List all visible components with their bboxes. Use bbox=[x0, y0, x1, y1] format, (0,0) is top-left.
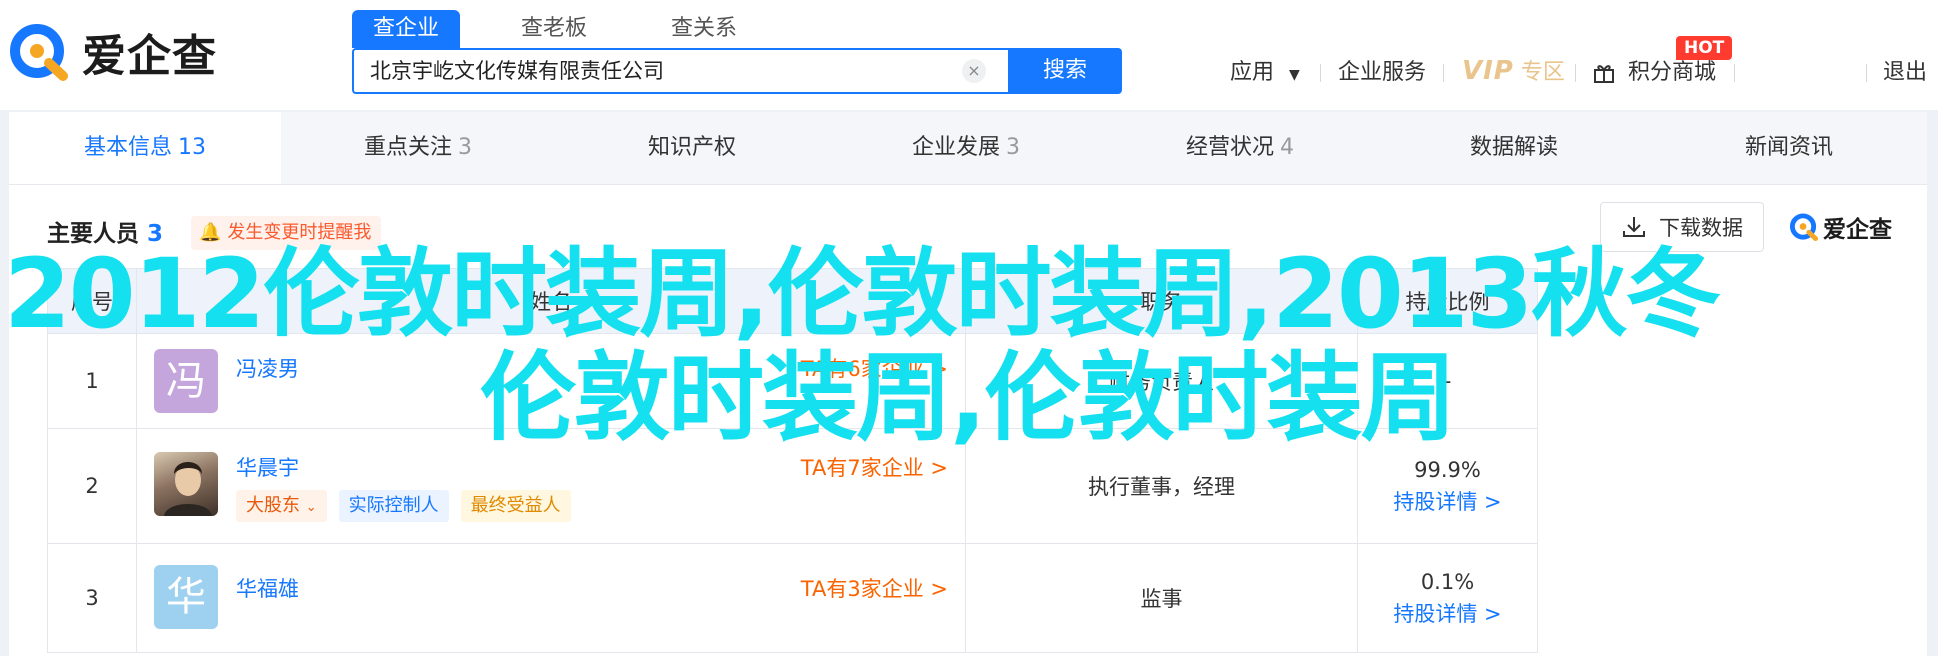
nav-enterprise-service[interactable]: 企业服务 bbox=[1338, 58, 1426, 88]
clear-icon[interactable]: × bbox=[962, 59, 986, 83]
share-percent: 99.9% bbox=[1414, 458, 1481, 482]
nav-app-label: 应用 bbox=[1230, 60, 1275, 85]
tab-basic-info[interactable]: 基本信息 13 bbox=[9, 112, 281, 184]
detail-tabbar: 基本信息 13 重点关注 3 知识产权 企业发展 3 经营状况 4 数据解读 新闻资讯 bbox=[9, 112, 1927, 185]
caret-down-icon: ▼ bbox=[1289, 67, 1300, 83]
nav-divider bbox=[1443, 64, 1444, 82]
tab-key-focus[interactable]: 重点关注 3 bbox=[281, 112, 555, 184]
row-index: 3 bbox=[47, 543, 137, 653]
tag-actual-controller: 实际控制人 bbox=[338, 490, 449, 522]
avatar[interactable] bbox=[154, 452, 218, 516]
tab-label: 基本信息 bbox=[83, 135, 172, 160]
tag-major-shareholder[interactable]: 大股东 ⌄ bbox=[236, 490, 327, 522]
person-name-link[interactable]: 华晨宇 bbox=[236, 452, 299, 482]
tab-count: 4 bbox=[1280, 135, 1294, 160]
nav-divider bbox=[1320, 64, 1321, 82]
nav-app[interactable]: 应用 ▼ bbox=[1230, 58, 1300, 90]
brand-logo-icon bbox=[10, 24, 68, 81]
search-type-tabs: 查企业 查老板 查关系 bbox=[352, 10, 800, 48]
share-detail-link[interactable]: 持股详情 > bbox=[1359, 598, 1536, 630]
hot-badge: HOT bbox=[1676, 36, 1733, 60]
search-input[interactable]: 北京宇屹文化传媒有限责任公司 × bbox=[352, 48, 1008, 94]
vip-label: VIP bbox=[1462, 56, 1514, 86]
search-tab-company[interactable]: 查企业 bbox=[352, 10, 461, 48]
nav-points-mall-label: 积分商城 bbox=[1628, 60, 1717, 85]
person-name-link[interactable]: 冯凌男 bbox=[236, 353, 299, 383]
person-name-link[interactable]: 华福雄 bbox=[236, 573, 299, 603]
tab-count: 3 bbox=[1006, 135, 1020, 160]
row-index: 2 bbox=[47, 428, 137, 544]
tab-development[interactable]: 企业发展 3 bbox=[829, 112, 1103, 184]
tab-label: 数据解读 bbox=[1469, 135, 1558, 160]
top-header: 爱企查 查企业 查老板 查关系 北京宇屹文化传媒有限责任公司 × 搜索 应用 ▼… bbox=[0, 0, 1938, 110]
brand-logo[interactable]: 爱企查 bbox=[8, 20, 217, 84]
nav-vip-zone[interactable]: VIP 专区 bbox=[1462, 56, 1565, 88]
avatar[interactable]: 华 bbox=[154, 565, 218, 629]
tab-count: 13 bbox=[178, 135, 206, 160]
search-tab-relation[interactable]: 查关系 bbox=[650, 10, 758, 48]
watermark-logo: 爱企查 bbox=[1789, 210, 1892, 244]
avatar[interactable]: 冯 bbox=[154, 349, 218, 413]
tab-news[interactable]: 新闻资讯 bbox=[1651, 112, 1927, 184]
nav-divider bbox=[1866, 64, 1867, 82]
tab-label: 新闻资讯 bbox=[1744, 135, 1833, 160]
share-percent: 0.1% bbox=[1420, 570, 1475, 594]
table-row: 3 华 华福雄 TA有3家企业 > 监事 0.1% 持股详情 > bbox=[47, 543, 1538, 653]
download-icon bbox=[1623, 217, 1645, 237]
tab-label: 企业发展 bbox=[911, 135, 1000, 160]
nav-points-mall[interactable]: 积分商城 bbox=[1592, 58, 1716, 88]
tag-ultimate-beneficiary: 最终受益人 bbox=[460, 490, 571, 522]
related-companies-link[interactable]: TA有7家企业 > bbox=[801, 452, 948, 482]
tab-count: 3 bbox=[458, 135, 472, 160]
brand-name: 爱企查 bbox=[82, 31, 217, 82]
person-photo-icon bbox=[164, 462, 212, 516]
nav-divider bbox=[1575, 64, 1576, 82]
overlay-line-2: 伦敦时装周,伦敦时装周 bbox=[480, 342, 1456, 454]
tab-label: 经营状况 bbox=[1185, 135, 1274, 160]
overlay-line-1: 2012伦敦时装周,伦敦时装周,2013秋冬 bbox=[4, 238, 1721, 350]
search-tab-boss[interactable]: 查老板 bbox=[500, 10, 608, 48]
brand-logo-icon bbox=[1789, 213, 1819, 242]
tab-label: 重点关注 bbox=[363, 135, 452, 160]
chevron-down-icon: ⌄ bbox=[305, 500, 317, 515]
share-cell: 0.1% 持股详情 > bbox=[1357, 543, 1538, 653]
tab-label: 知识产权 bbox=[647, 135, 736, 160]
watermark-brand-name: 爱企查 bbox=[1823, 217, 1892, 243]
tab-intellectual-property[interactable]: 知识产权 bbox=[555, 112, 829, 184]
tag-label: 大股东 bbox=[246, 495, 300, 516]
person-tags: 大股东 ⌄ 实际控制人 最终受益人 bbox=[236, 490, 583, 522]
position-cell: 监事 bbox=[965, 543, 1358, 653]
tab-operation[interactable]: 经营状况 4 bbox=[1103, 112, 1377, 184]
gift-icon bbox=[1594, 65, 1614, 83]
nav-divider bbox=[1734, 64, 1735, 82]
search-input-value[interactable]: 北京宇屹文化传媒有限责任公司 bbox=[370, 50, 664, 92]
related-companies-link[interactable]: TA有3家企业 > bbox=[801, 573, 948, 603]
logout-link[interactable]: 退出 bbox=[1883, 58, 1927, 88]
person-cell: 华 华福雄 TA有3家企业 > bbox=[136, 543, 966, 653]
search-button[interactable]: 搜索 bbox=[1008, 48, 1122, 94]
tab-data-insight[interactable]: 数据解读 bbox=[1377, 112, 1651, 184]
vip-zone-label: 专区 bbox=[1520, 60, 1565, 85]
share-detail-link[interactable]: 持股详情 > bbox=[1359, 486, 1536, 518]
